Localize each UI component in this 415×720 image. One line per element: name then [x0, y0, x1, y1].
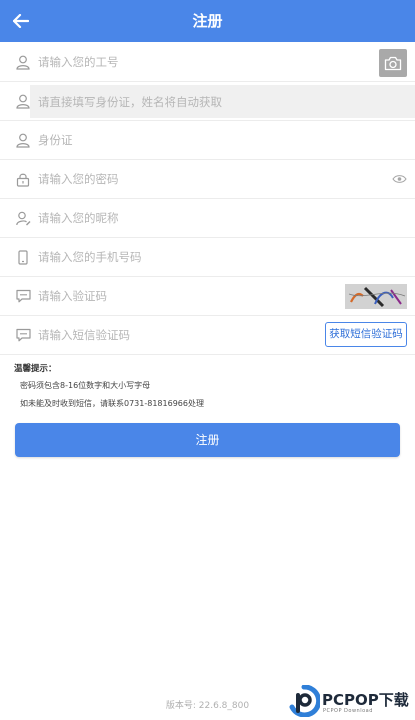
- user-icon: [15, 54, 31, 70]
- pcpop-logo-icon: [289, 685, 320, 717]
- name-input: [30, 85, 415, 118]
- nickname-row: [0, 199, 415, 238]
- camera-icon: [384, 56, 402, 70]
- sms-code-input[interactable]: [38, 316, 308, 354]
- captcha-image[interactable]: [345, 284, 407, 309]
- register-screen: 注册 请输入您的工号 请直接填写身份证，姓名将自动获取 身份证 请输入您的昵称 …: [0, 0, 415, 720]
- phone-row: [0, 238, 415, 277]
- user-icon: [15, 132, 31, 148]
- employee-id-row: [0, 43, 415, 82]
- user-edit-icon: [15, 210, 31, 226]
- message-icon: [15, 327, 31, 343]
- top-nav-bar: 注册: [0, 0, 415, 42]
- watermark-brand: PCPOP下载: [322, 691, 409, 709]
- scan-camera-button[interactable]: [379, 49, 407, 77]
- get-sms-code-button[interactable]: 获取短信验证码: [325, 322, 407, 347]
- password-input[interactable]: [38, 160, 368, 198]
- page-title: 注册: [192, 12, 223, 30]
- tips-section: 温馨提示： 密码须包含8-16位数字和大小写字母 如未能及时收到短信，请联系07…: [14, 362, 404, 408]
- name-row: [0, 82, 415, 121]
- tips-password-rule: 密码须包含8-16位数字和大小写字母: [20, 381, 151, 390]
- phone-icon: [15, 249, 31, 265]
- id-card-row: [0, 121, 415, 160]
- sms-code-row: 获取短信验证码: [0, 316, 415, 355]
- message-icon: [15, 288, 31, 304]
- employee-id-input[interactable]: [38, 43, 368, 81]
- password-row: [0, 160, 415, 199]
- register-button[interactable]: 注册: [15, 423, 400, 457]
- tips-contact-info: 如未能及时收到短信，请联系0731-81816966处理: [20, 399, 204, 408]
- tips-title: 温馨提示：: [14, 364, 57, 374]
- nickname-input[interactable]: [38, 199, 398, 237]
- eye-icon: [391, 175, 407, 183]
- toggle-password-visibility[interactable]: [391, 172, 407, 186]
- watermark-logo: PCPOP下载 PCPOP Download: [286, 684, 414, 718]
- phone-input[interactable]: [38, 238, 398, 276]
- id-card-input[interactable]: [38, 121, 398, 159]
- captcha-input[interactable]: [38, 277, 328, 315]
- captcha-row: [0, 277, 415, 316]
- watermark-sub: PCPOP Download: [323, 708, 373, 714]
- user-icon: [15, 93, 31, 109]
- lock-icon: [15, 171, 31, 187]
